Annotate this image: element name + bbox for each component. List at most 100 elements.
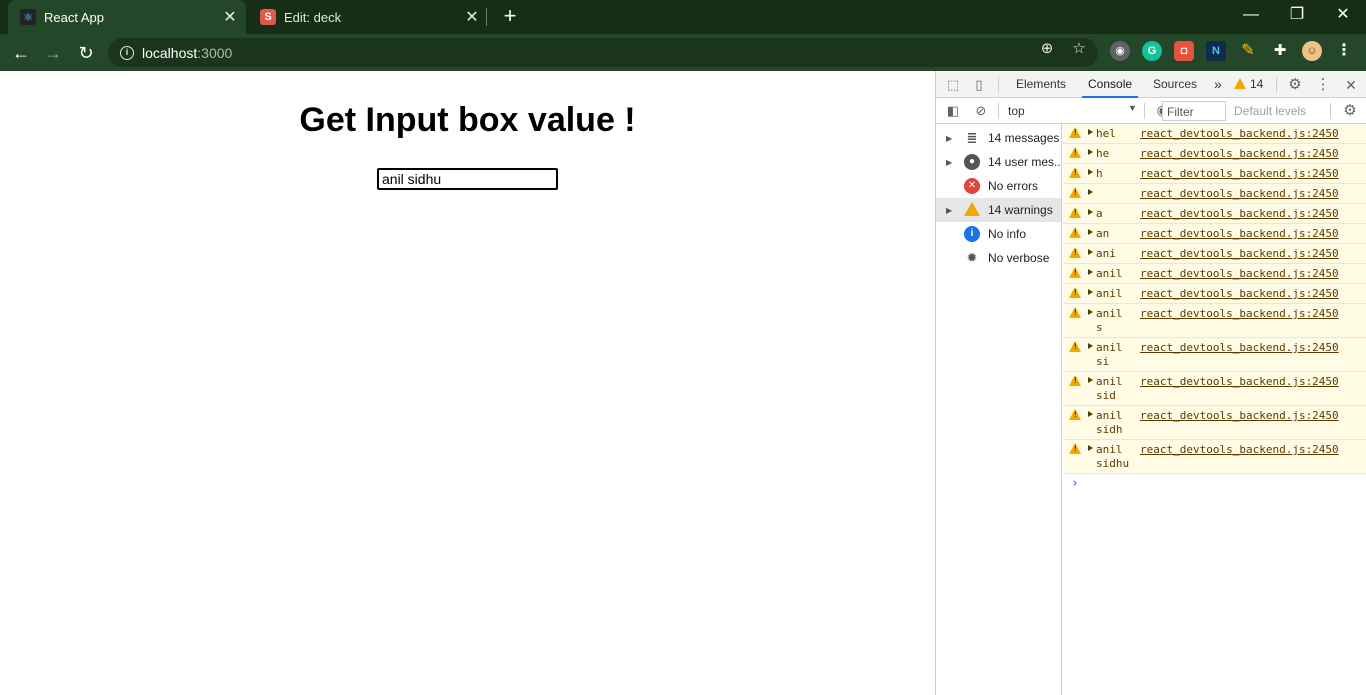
back-button[interactable]: ←	[8, 40, 34, 66]
console-message[interactable]: anil sid react_devtools_backend.js:2450	[1063, 372, 1366, 406]
source-link[interactable]: react_devtools_backend.js:2450	[1140, 127, 1339, 141]
source-link[interactable]: react_devtools_backend.js:2450	[1140, 167, 1339, 181]
grammarly-icon[interactable]: G	[1142, 41, 1162, 61]
extension-record-icon[interactable]: ◉	[1110, 41, 1130, 61]
close-devtools-icon[interactable]: ✕	[1342, 76, 1360, 94]
warning-icon	[1069, 187, 1081, 198]
sidebar-toggle-icon[interactable]: ◧	[944, 102, 962, 120]
source-link[interactable]: react_devtools_backend.js:2450	[1140, 341, 1339, 355]
console-message[interactable]: ani react_devtools_backend.js:2450	[1063, 244, 1366, 264]
sidebar-item-label: 14 warnings	[988, 203, 1053, 217]
forward-button[interactable]: →	[40, 40, 66, 66]
device-toggle-icon[interactable]: ▯	[970, 76, 988, 94]
sidebar-item-messages[interactable]: ▶ ≣ 14 messages	[936, 126, 1061, 150]
console-settings-icon[interactable]: ⚙	[1341, 102, 1359, 120]
source-link[interactable]: react_devtools_backend.js:2450	[1140, 187, 1339, 201]
tab-strip: ⚛ React App ✕ S Edit: deck ✕ + — ❐ ✕	[0, 0, 1366, 34]
star-icon[interactable]: ☆	[1070, 40, 1088, 58]
minimize-button[interactable]: —	[1228, 4, 1274, 28]
warning-count[interactable]: 14	[1250, 71, 1263, 98]
sidebar-item-user-messages[interactable]: ▶ ● 14 user mes...	[936, 150, 1061, 174]
inspect-icon[interactable]: ⬚	[944, 76, 962, 94]
settings-gear-icon[interactable]: ⚙	[1286, 76, 1304, 94]
expand-arrow-icon[interactable]: ▶	[946, 158, 956, 167]
close-tab-icon[interactable]: ✕	[220, 7, 240, 27]
console-message[interactable]: anil s react_devtools_backend.js:2450	[1063, 304, 1366, 338]
extension-icon[interactable]: ◘	[1174, 41, 1194, 61]
filter-input[interactable]: Filter	[1162, 101, 1226, 121]
context-selector[interactable]: top	[1008, 104, 1025, 118]
console-message[interactable]: anil si react_devtools_backend.js:2450	[1063, 338, 1366, 372]
sidebar-item-verbose[interactable]: ✹ No verbose	[936, 246, 1061, 270]
source-link[interactable]: react_devtools_backend.js:2450	[1140, 375, 1339, 389]
tab-react-app[interactable]: ⚛ React App ✕	[8, 0, 246, 34]
sidebar-item-errors[interactable]: ✕ No errors	[936, 174, 1061, 198]
message-text: anil sidh	[1096, 409, 1123, 436]
divider	[998, 77, 999, 93]
source-link[interactable]: react_devtools_backend.js:2450	[1140, 443, 1339, 457]
console-message[interactable]: he react_devtools_backend.js:2450	[1063, 144, 1366, 164]
tab-console[interactable]: Console	[1082, 71, 1139, 98]
console-message[interactable]: anil react_devtools_backend.js:2450	[1063, 284, 1366, 304]
console-message[interactable]: anil sidhu react_devtools_backend.js:2450	[1063, 440, 1366, 474]
extension-n-icon[interactable]: N	[1206, 41, 1226, 61]
reload-button[interactable]: ↻	[73, 40, 99, 66]
extensions-puzzle-icon[interactable]: ✚	[1270, 41, 1290, 61]
console-message[interactable]: h react_devtools_backend.js:2450	[1063, 164, 1366, 184]
source-link[interactable]: react_devtools_backend.js:2450	[1140, 287, 1339, 301]
tab-sources[interactable]: Sources	[1153, 71, 1197, 98]
source-link[interactable]: react_devtools_backend.js:2450	[1140, 409, 1339, 423]
address-bar[interactable]: i localhost:3000	[108, 38, 1098, 67]
console-message[interactable]: react_devtools_backend.js:2450	[1063, 184, 1366, 204]
warning-icon	[1069, 127, 1081, 138]
clear-console-icon[interactable]: ⊘	[972, 102, 990, 120]
warning-icon	[1069, 247, 1081, 258]
close-tab-icon[interactable]: ✕	[462, 7, 482, 27]
expand-arrow-icon[interactable]: ▶	[946, 134, 956, 143]
bug-icon: ✹	[966, 250, 978, 265]
name-input[interactable]	[377, 168, 558, 190]
source-link[interactable]: react_devtools_backend.js:2450	[1140, 307, 1339, 321]
tab-edit-deck[interactable]: S Edit: deck ✕	[248, 0, 488, 34]
zoom-icon[interactable]: ⊕	[1038, 40, 1056, 58]
devtools-menu-icon[interactable]: ⋮	[1314, 76, 1332, 94]
react-icon: ⚛	[20, 9, 36, 25]
warning-icon	[1069, 375, 1081, 386]
devtools-tabbar: ⬚ ▯ Elements Console Sources » 14 ⚙ ⋮ ✕	[936, 71, 1366, 98]
source-link[interactable]: react_devtools_backend.js:2450	[1140, 267, 1339, 281]
source-link[interactable]: react_devtools_backend.js:2450	[1140, 227, 1339, 241]
console-message[interactable]: a react_devtools_backend.js:2450	[1063, 204, 1366, 224]
sidebar-item-label: 14 messages	[988, 131, 1060, 145]
message-text: anil sid	[1096, 375, 1123, 402]
pencil-icon[interactable]: ✎	[1238, 41, 1258, 61]
avatar[interactable]: ☺	[1302, 41, 1322, 61]
expand-arrow-icon[interactable]: ▶	[946, 206, 956, 215]
menu-icon[interactable]: ⋮	[1334, 41, 1354, 61]
tab-elements[interactable]: Elements	[1016, 71, 1066, 98]
toolbar: ← → ↻ i localhost:3000 ⊕ ☆ ◉ G ◘ N ✎ ✚ ☺…	[0, 34, 1366, 71]
info-icon[interactable]: i	[120, 45, 134, 60]
list-icon: ≣	[966, 130, 978, 145]
tab-title: Edit: deck	[284, 9, 342, 25]
close-window-button[interactable]: ✕	[1320, 4, 1366, 28]
new-tab-button[interactable]: +	[498, 4, 522, 28]
warning-icon	[1069, 227, 1081, 238]
console-prompt[interactable]: ›	[1071, 476, 1366, 491]
sidebar-item-info[interactable]: i No info	[936, 222, 1061, 246]
console-message[interactable]: hel react_devtools_backend.js:2450	[1063, 124, 1366, 144]
more-tabs-icon[interactable]: »	[1214, 71, 1222, 98]
expand-arrow-icon[interactable]	[1088, 189, 1093, 195]
levels-dropdown[interactable]: Default levels	[1234, 104, 1306, 118]
warning-icon	[1069, 287, 1081, 298]
console-message[interactable]: an react_devtools_backend.js:2450	[1063, 224, 1366, 244]
sidebar-item-warnings[interactable]: ▶ 14 warnings	[936, 198, 1061, 222]
source-link[interactable]: react_devtools_backend.js:2450	[1140, 147, 1339, 161]
divider	[1330, 103, 1331, 119]
console-message[interactable]: anil react_devtools_backend.js:2450	[1063, 264, 1366, 284]
source-link[interactable]: react_devtools_backend.js:2450	[1140, 207, 1339, 221]
source-link[interactable]: react_devtools_backend.js:2450	[1140, 247, 1339, 261]
restore-button[interactable]: ❐	[1274, 4, 1320, 28]
console-message[interactable]: anil sidh react_devtools_backend.js:2450	[1063, 406, 1366, 440]
chevron-down-icon[interactable]: ▼	[1128, 103, 1137, 113]
warning-icon	[1069, 409, 1081, 420]
